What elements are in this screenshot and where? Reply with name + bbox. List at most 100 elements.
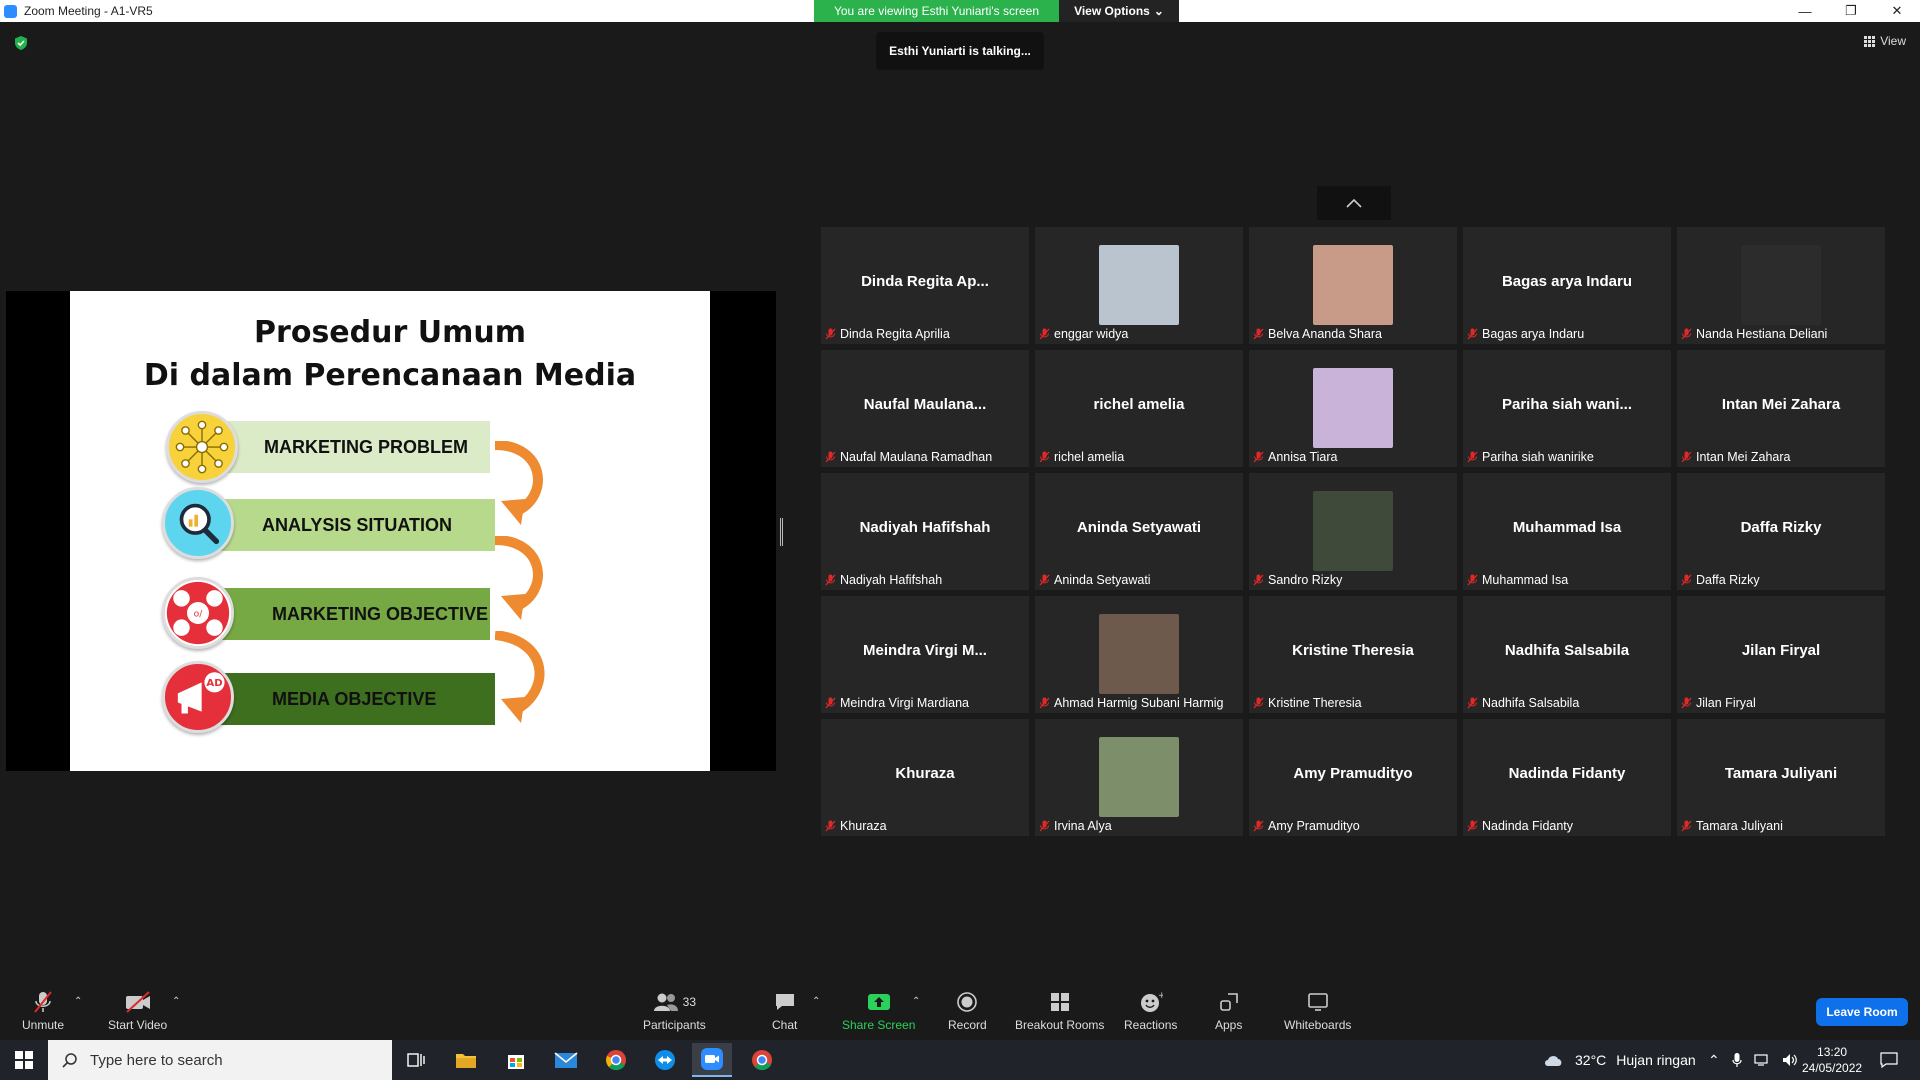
participant-tile[interactable]: Daffa Rizky Daffa Rizky — [1677, 473, 1885, 590]
notifications-icon[interactable] — [1880, 1040, 1898, 1080]
task-view-icon[interactable] — [396, 1046, 436, 1074]
participant-tile[interactable]: Pariha siah wani... Pariha siah wanirike — [1463, 350, 1671, 467]
participant-name: Khuraza — [840, 819, 887, 833]
audio-options-caret[interactable]: ⌃ — [74, 996, 82, 1007]
svg-text:+: + — [1158, 991, 1163, 1001]
mic-muted-icon — [1253, 697, 1264, 709]
breakout-rooms-button[interactable]: Breakout Rooms — [1015, 990, 1104, 1032]
network-icon[interactable] — [1754, 1053, 1770, 1067]
marketing-objective-icon: o/ — [162, 577, 234, 649]
participant-tile[interactable]: Tamara Juliyani Tamara Juliyani — [1677, 719, 1885, 836]
video-options-caret[interactable]: ⌃ — [172, 996, 180, 1007]
participant-tile[interactable]: Meindra Virgi M... Meindra Virgi Mardiana — [821, 596, 1029, 713]
participant-tile[interactable]: richel amelia richel amelia — [1035, 350, 1243, 467]
participant-tile[interactable]: Bagas arya Indaru Bagas arya Indaru — [1463, 227, 1671, 344]
leave-room-button[interactable]: Leave Room — [1816, 998, 1908, 1026]
microphone-icon[interactable] — [1732, 1052, 1742, 1068]
step-label: ANALYSIS SITUATION — [262, 514, 453, 535]
participant-tile[interactable]: Nadhifa Salsabila Nadhifa Salsabila — [1463, 596, 1671, 713]
zoom-taskbar-icon[interactable] — [692, 1043, 732, 1077]
mic-muted-icon — [1039, 697, 1050, 709]
mic-muted-icon — [1039, 328, 1050, 340]
participant-name: Irvina Alya — [1054, 819, 1112, 833]
participant-tile[interactable]: Jilan Firyal Jilan Firyal — [1677, 596, 1885, 713]
start-button[interactable] — [0, 1040, 48, 1080]
share-screen-button[interactable]: Share Screen — [842, 990, 915, 1032]
taskbar-clock[interactable]: 13:20 24/05/2022 — [1802, 1044, 1862, 1076]
view-button[interactable]: View — [1864, 34, 1906, 48]
participant-tile[interactable]: Nanda Hestiana Deliani — [1677, 227, 1885, 344]
volume-icon[interactable] — [1782, 1053, 1798, 1067]
participant-name-label: Intan Mei Zahara — [1681, 450, 1791, 464]
mic-muted-icon — [1467, 820, 1478, 832]
weather-widget[interactable]: 32°C Hujan ringan — [1543, 1040, 1696, 1080]
reactions-button[interactable]: + Reactions — [1124, 990, 1177, 1032]
chrome-profile-icon[interactable] — [742, 1046, 782, 1074]
participant-name-label: Naufal Maulana Ramadhan — [825, 450, 992, 464]
teamviewer-icon[interactable] — [645, 1046, 685, 1074]
minimize-button[interactable]: — — [1782, 0, 1828, 22]
mail-icon[interactable] — [546, 1046, 586, 1074]
view-options-button[interactable]: View Options ⌄ — [1059, 0, 1179, 22]
file-explorer-icon[interactable] — [446, 1046, 486, 1074]
search-placeholder: Type here to search — [90, 1051, 223, 1069]
apps-button[interactable]: Apps — [1215, 990, 1242, 1032]
participant-tile[interactable]: Ahmad Harmig Subani Harmig — [1035, 596, 1243, 713]
participant-tile[interactable]: Nadiyah Hafifshah Nadiyah Hafifshah — [821, 473, 1029, 590]
panel-resize-handle[interactable] — [780, 518, 783, 546]
windows-logo-icon — [15, 1051, 33, 1069]
tray-overflow-chevron-icon[interactable]: ⌃ — [1708, 1052, 1720, 1069]
participant-tile[interactable]: Nadinda Fidanty Nadinda Fidanty — [1463, 719, 1671, 836]
participant-tile[interactable]: Sandro Rizky — [1249, 473, 1457, 590]
participant-name: Nadhifa Salsabila — [1482, 696, 1580, 710]
curved-arrow-3 — [495, 631, 545, 723]
curved-arrow-2 — [495, 536, 543, 620]
mic-muted-icon — [825, 820, 836, 832]
participant-name-label: enggar widya — [1039, 327, 1128, 341]
taskbar-search-box[interactable]: Type here to search — [48, 1040, 392, 1080]
unmute-label: Unmute — [22, 1018, 65, 1032]
participant-name-label: Ahmad Harmig Subani Harmig — [1039, 696, 1224, 710]
mic-muted-icon — [1039, 574, 1050, 586]
gallery-scroll-up-button[interactable] — [1317, 186, 1391, 220]
share-options-caret[interactable]: ⌃ — [912, 996, 920, 1007]
chat-options-caret[interactable]: ⌃ — [812, 996, 820, 1007]
presentation-slide: Prosedur Umum Di dalam Perencanaan Media… — [70, 291, 710, 771]
participant-tile[interactable]: Muhammad Isa Muhammad Isa — [1463, 473, 1671, 590]
participant-tile[interactable]: Irvina Alya — [1035, 719, 1243, 836]
participant-tile[interactable]: Naufal Maulana... Naufal Maulana Ramadhan — [821, 350, 1029, 467]
participants-label: Participants — [643, 1018, 706, 1032]
participant-tile[interactable]: Dinda Regita Ap... Dinda Regita Aprilia — [821, 227, 1029, 344]
participant-name-label: Pariha siah wanirike — [1467, 450, 1594, 464]
whiteboards-button[interactable]: Whiteboards — [1284, 990, 1351, 1032]
unmute-button[interactable]: Unmute — [22, 990, 64, 1032]
participant-tile[interactable]: Annisa Tiara — [1249, 350, 1457, 467]
participant-tile[interactable]: Intan Mei Zahara Intan Mei Zahara — [1677, 350, 1885, 467]
step-label: MARKETING OBJECTIVE — [272, 603, 489, 624]
participants-button[interactable]: 33 Participants — [643, 990, 706, 1032]
close-button[interactable]: ✕ — [1874, 0, 1920, 22]
step-marketing-problem: MARKETING PROBLEM — [220, 421, 490, 473]
slide-title-line1: Prosedur Umum — [254, 315, 526, 350]
participant-tile[interactable]: Belva Ananda Shara — [1249, 227, 1457, 344]
encryption-shield-icon[interactable] — [14, 36, 28, 50]
system-tray: ⌃ — [1708, 1040, 1798, 1080]
maximize-button[interactable]: ❐ — [1828, 0, 1874, 22]
chat-button[interactable]: Chat — [772, 990, 797, 1032]
participant-tile[interactable]: Aninda Setyawati Aninda Setyawati — [1035, 473, 1243, 590]
participant-tile[interactable]: Amy Pramudityo Amy Pramudityo — [1249, 719, 1457, 836]
record-button[interactable]: Record — [948, 990, 987, 1032]
chrome-icon[interactable] — [596, 1046, 636, 1074]
slide-title-line2: Di dalam Perencanaan Media — [143, 358, 637, 393]
participant-tile[interactable]: Khuraza Khuraza — [821, 719, 1029, 836]
participant-name-label: Nadhifa Salsabila — [1467, 696, 1579, 710]
ad-badge: AD — [206, 678, 222, 689]
start-video-button[interactable]: Start Video — [108, 990, 167, 1032]
mic-muted-icon — [1253, 328, 1264, 340]
participant-tile[interactable]: Kristine Theresia Kristine Theresia — [1249, 596, 1457, 713]
active-speaker-toast: Esthi Yuniarti is talking... — [876, 32, 1044, 70]
chevron-up-icon — [1346, 198, 1362, 208]
mic-muted-icon — [825, 574, 836, 586]
microsoft-store-icon[interactable] — [496, 1046, 536, 1074]
participant-tile[interactable]: enggar widya — [1035, 227, 1243, 344]
